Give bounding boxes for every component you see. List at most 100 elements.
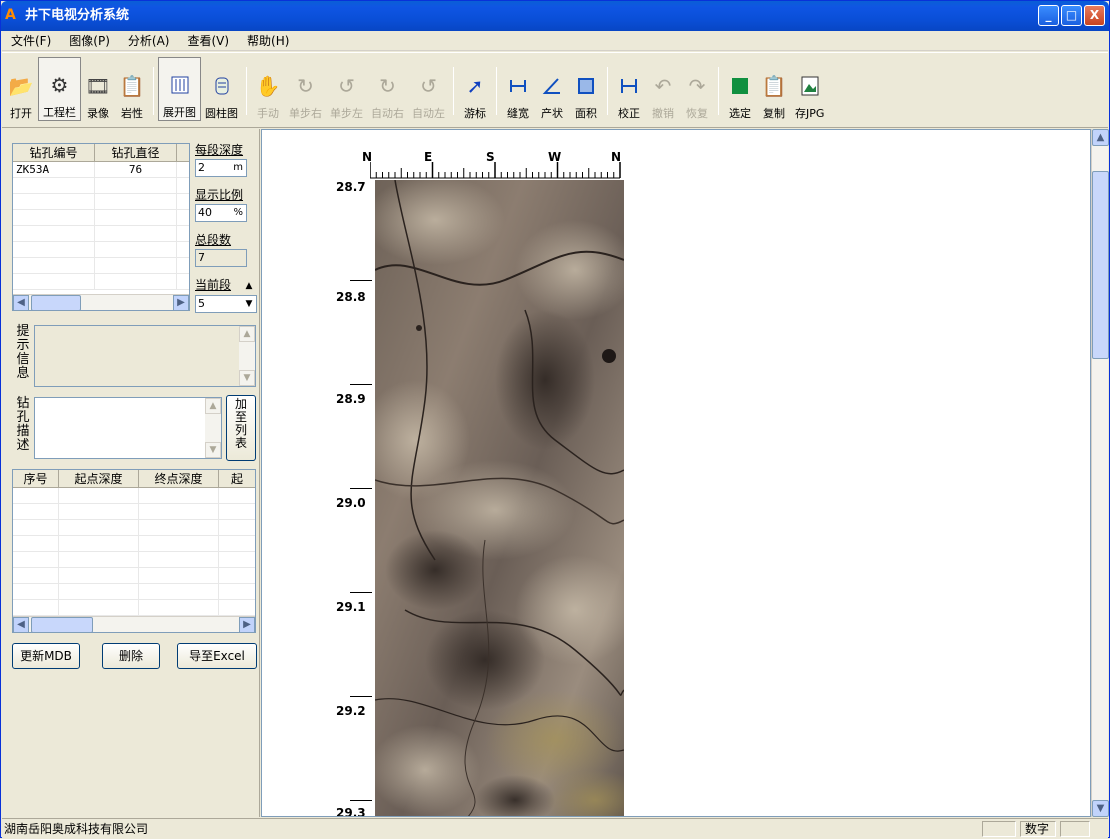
segment-depth-label: 每段深度: [195, 143, 244, 157]
scroll-left-icon[interactable]: ◀: [13, 295, 29, 311]
delete-button[interactable]: 删除: [102, 643, 160, 669]
engineer-icon: ⚙: [50, 73, 69, 97]
toolbar: 📂 打开 ⚙ 工程栏 🎞 录像 📋 岩性 展开图 圆柱图 ✋ 手动 ↻ 单步右 ↺ 单步左 ↻…: [2, 52, 1108, 128]
calibrate-button[interactable]: 校正: [612, 57, 646, 121]
undo-icon: ↶: [654, 74, 672, 98]
scroll-left-icon[interactable]: ◀: [13, 617, 29, 633]
menu-image[interactable]: 图像(P): [60, 31, 119, 51]
spin-up-icon[interactable]: ▲: [242, 279, 256, 293]
menu-file[interactable]: 文件(F): [2, 31, 60, 51]
horizontal-scrollbar[interactable]: ◀ ▶: [13, 616, 255, 633]
scroll-up-icon[interactable]: ▲: [239, 326, 255, 342]
update-mdb-button[interactable]: 更新MDB: [12, 643, 80, 669]
green-square-icon: [727, 73, 753, 99]
gap-width-button[interactable]: 缝宽: [501, 57, 535, 121]
total-segments-label: 总段数: [195, 233, 232, 247]
menu-bar: 文件(F) 图像(P) 分析(A) 查看(V) 帮助(H): [2, 31, 1108, 51]
angle-icon: [539, 73, 565, 99]
menu-view[interactable]: 查看(V): [178, 31, 238, 51]
export-excel-button[interactable]: 导至Excel: [177, 643, 257, 669]
depth-label: 29.0: [336, 496, 366, 510]
toolbar-separator: [153, 67, 154, 115]
scroll-thumb[interactable]: [31, 617, 93, 633]
scroll-right-icon[interactable]: ▶: [239, 617, 255, 633]
segment-depth-input[interactable]: 2m: [195, 159, 247, 177]
scroll-down-icon[interactable]: ▼: [239, 370, 255, 386]
auto-right-button[interactable]: ↻ 自动右: [367, 57, 408, 121]
current-segment-select[interactable]: 5 ▼: [195, 295, 257, 313]
status-cell: [1060, 821, 1090, 837]
scroll-right-icon[interactable]: ▶: [173, 295, 189, 311]
column-header[interactable]: 终点深度: [139, 470, 219, 487]
record-button[interactable]: 🎞 录像: [81, 57, 115, 121]
scroll-down-icon[interactable]: ▼: [205, 442, 221, 458]
redo-button[interactable]: ↷ 恢复: [680, 57, 714, 121]
auto-left-button[interactable]: ↺ 自动左: [408, 57, 449, 121]
depth-tick: [350, 800, 372, 801]
copy-button[interactable]: 📋 复制: [757, 57, 791, 121]
borehole-unfold-image[interactable]: [375, 180, 624, 817]
select-button[interactable]: 选定: [723, 57, 757, 121]
step-right-button[interactable]: ↻ 单步右: [285, 57, 326, 121]
cursor-button[interactable]: ➚ 游标: [458, 57, 492, 121]
results-grid[interactable]: 序号 起点深度 终点深度 起 ◀ ▶: [12, 469, 256, 633]
title-bar[interactable]: A 井下电视分析系统 _ □ X: [1, 1, 1109, 31]
cell-borehole-id: ZK53A: [13, 162, 95, 177]
column-header[interactable]: 钻孔直径: [95, 144, 177, 161]
attitude-button[interactable]: 产状: [535, 57, 569, 121]
toolbar-separator: [718, 67, 719, 115]
depth-tick: [350, 280, 372, 281]
copy-icon: 📋: [761, 74, 787, 98]
horizontal-scrollbar[interactable]: ◀ ▶: [13, 294, 189, 311]
scroll-up-icon[interactable]: ▲: [205, 398, 221, 414]
left-panel: 钻孔编号 钻孔直径 ZK53A 76 ◀ ▶ 每段深度 2m 显示比例 40%: [2, 129, 260, 817]
description-textarea[interactable]: ▲ ▼: [34, 397, 222, 459]
dropdown-arrow-icon[interactable]: ▼: [242, 296, 256, 312]
auto-rotate-right-icon: ↻: [379, 74, 396, 98]
borehole-grid[interactable]: 钻孔编号 钻孔直径 ZK53A 76 ◀ ▶: [12, 143, 190, 311]
area-button[interactable]: 面积: [569, 57, 603, 121]
save-jpg-button[interactable]: 存JPG: [791, 57, 828, 121]
toolbar-toggle-button[interactable]: ⚙ 工程栏: [38, 57, 81, 121]
step-left-button[interactable]: ↺ 单步左: [326, 57, 367, 121]
undo-button[interactable]: ↶ 撤销: [646, 57, 680, 121]
minimize-button[interactable]: _: [1038, 5, 1059, 26]
add-to-list-button[interactable]: 加至列表: [226, 395, 256, 461]
calibrate-icon: [616, 73, 642, 99]
close-button[interactable]: X: [1084, 5, 1105, 26]
lithology-button[interactable]: 📋 岩性: [115, 57, 149, 121]
status-bar: 湖南岳阳奥成科技有限公司 数字: [2, 818, 1108, 838]
scroll-thumb[interactable]: [1092, 171, 1109, 359]
display-ratio-label: 显示比例: [195, 188, 244, 202]
column-header[interactable]: 起: [219, 470, 255, 487]
column-header[interactable]: 起点深度: [59, 470, 139, 487]
borehole-image-view[interactable]: N E S W N 28.7 28.8 28.9 29.0 29.1 29.2 …: [261, 129, 1091, 817]
main-window: A 井下电视分析系统 _ □ X 文件(F) 图像(P) 分析(A) 查看(V)…: [0, 0, 1110, 838]
column-header[interactable]: 序号: [13, 470, 59, 487]
numlock-indicator: 数字: [1020, 821, 1056, 837]
clipboard-check-icon: 📋: [119, 74, 145, 98]
open-button[interactable]: 📂 打开: [4, 57, 38, 121]
cylinder-view-button[interactable]: 圆柱图: [201, 57, 242, 121]
column-header[interactable]: 钻孔编号: [13, 144, 95, 161]
hint-label: 提示信息: [16, 324, 30, 381]
vertical-scrollbar[interactable]: ▲ ▼: [1091, 129, 1109, 817]
cursor-plus-icon: ➚: [466, 74, 484, 98]
menu-help[interactable]: 帮助(H): [238, 31, 298, 51]
redo-icon: ↷: [688, 74, 706, 98]
display-ratio-input[interactable]: 40%: [195, 204, 247, 222]
manual-button[interactable]: ✋ 手动: [251, 57, 285, 121]
current-segment-label: 当前段: [195, 278, 232, 292]
maximize-button[interactable]: □: [1061, 5, 1082, 26]
scroll-up-icon[interactable]: ▲: [1092, 129, 1109, 146]
menu-analysis[interactable]: 分析(A): [119, 31, 179, 51]
depth-label: 28.7: [336, 180, 366, 194]
scroll-thumb[interactable]: [31, 295, 81, 311]
auto-rotate-left-icon: ↺: [420, 74, 437, 98]
scroll-down-icon[interactable]: ▼: [1092, 800, 1109, 817]
table-row[interactable]: ZK53A 76: [13, 162, 189, 178]
unfold-view-button[interactable]: 展开图: [158, 57, 201, 121]
rotate-left-icon: ↺: [338, 74, 355, 98]
compass-ruler: [370, 162, 621, 179]
hand-icon: ✋: [255, 74, 281, 98]
